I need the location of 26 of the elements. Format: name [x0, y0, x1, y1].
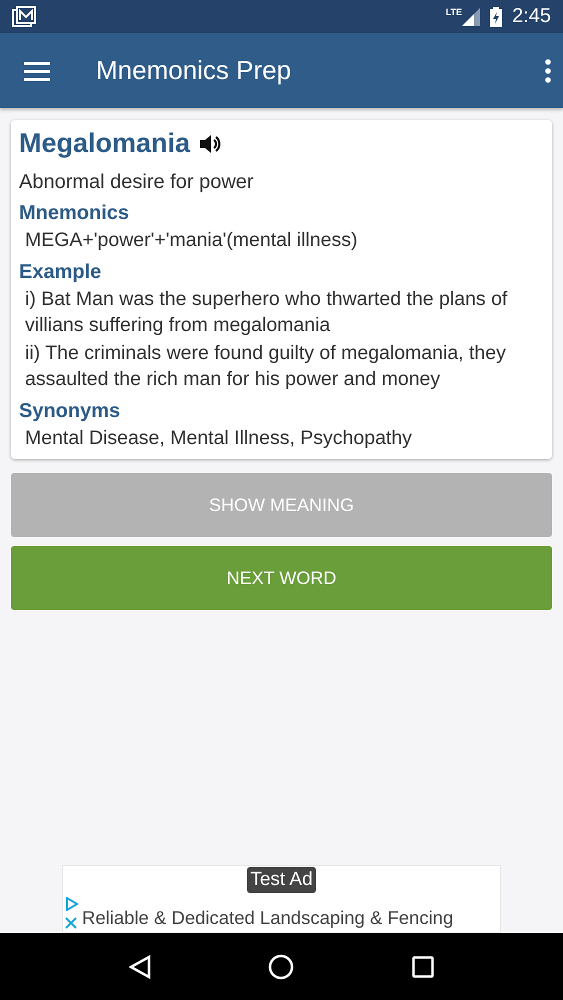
network-label: LTE [446, 7, 462, 17]
battery-icon [490, 6, 502, 26]
back-icon[interactable] [128, 954, 151, 978]
menu-icon[interactable] [24, 60, 50, 80]
ad-badge: Test Ad [247, 867, 316, 893]
definition-text: Abnormal desire for power [19, 171, 255, 194]
section-text: ii) The criminals were found guilty of megalomania, they assaulted the rich man for his power and money [25, 341, 507, 392]
speaker-icon[interactable] [200, 134, 222, 154]
section-heading: Example [19, 261, 102, 284]
section-heading: Synonyms [19, 400, 122, 423]
home-icon[interactable] [268, 954, 294, 980]
show-meaning-button[interactable]: SHOW MEANING [11, 473, 552, 537]
gallery-icon [12, 6, 36, 28]
ad-choices-icon[interactable] [65, 897, 79, 911]
ad-text: Reliable & Dedicated Landscaping & Fencing [82, 907, 454, 929]
close-icon[interactable] [65, 917, 77, 929]
section-heading: Mnemonics [19, 202, 130, 225]
word-title: Megalomania [19, 128, 190, 159]
more-options-icon[interactable] [545, 58, 551, 82]
recents-icon[interactable] [412, 956, 434, 978]
app-title: Mnemonics Prep [96, 55, 292, 86]
signal-icon [462, 8, 480, 26]
section-text: MEGA+'power'+'mania'(mental illness) [25, 228, 358, 253]
next-word-button[interactable]: NEXT WORD [11, 546, 552, 610]
section-text: Mental Disease, Mental Illness, Psychopathy [25, 426, 413, 451]
clock: 2:45 [512, 5, 551, 28]
